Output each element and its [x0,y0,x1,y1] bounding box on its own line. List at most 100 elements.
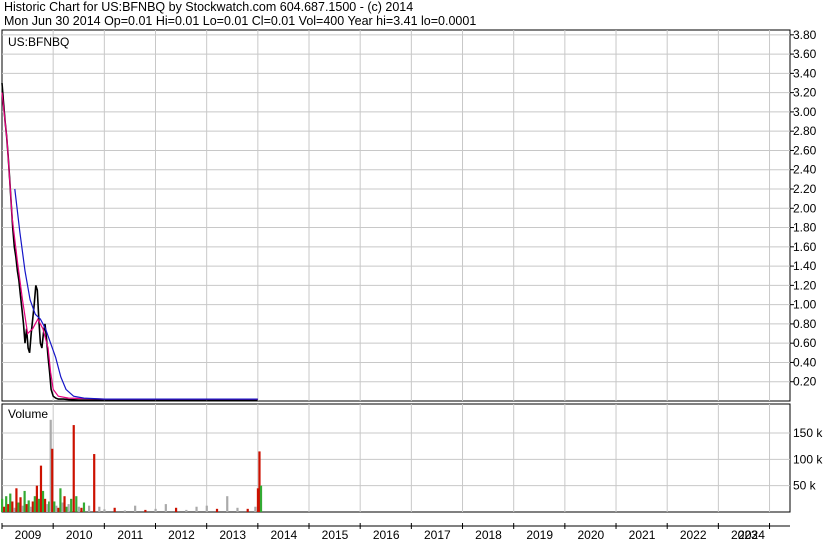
price-panel-frame [1,29,791,402]
volume-bar [43,498,47,512]
volume-bar [236,507,239,512]
stock-chart: 0.20 0.40 0.60 0.80 1.00 1.20 1.40 1.60 1.80 2.00… [1,28,823,542]
volume-bar [5,496,8,512]
volume-bar [35,485,38,512]
volume-bar [9,493,12,512]
volume-bar [39,465,43,512]
volume-bar [25,504,28,512]
volume-bar [215,508,219,512]
volume-bar [37,498,41,512]
price-y-tick-label: 0.60 [793,336,817,350]
volume-bar [164,504,167,512]
volume-bar [61,502,64,512]
volume-bar [29,506,32,512]
volume-panel: 50 k 100 k 150 k Volume [1,403,823,513]
volume-bar [226,496,229,512]
x-axis-tick-label: 2019 [526,528,553,542]
volume-panel-frame [1,403,791,513]
volume-bar [254,506,257,512]
volume-bar [57,507,60,512]
volume-bar [82,502,86,512]
volume-bar [195,506,198,512]
price-panel: 0.20 0.40 0.60 0.80 1.00 1.20 1.40 1.60 1.80 2.00… [1,28,817,402]
volume-bar [23,490,26,512]
price-y-tick-label: 2.00 [793,201,817,215]
price-y-tick-label: 0.20 [793,375,817,389]
volume-bar [11,501,14,512]
price-y-tick-label: 1.40 [793,259,817,273]
price-y-tick-label: 1.60 [793,240,817,254]
volume-bar [13,507,16,512]
x-axis-tick-label: 2015 [322,528,349,542]
volume-bar [65,506,68,512]
x-axis: 2009 2010 2011 2012 2013 2014 2015 2016 2017 2018… [1,523,790,542]
volume-bar [19,497,22,512]
volume-bar [98,506,101,512]
price-y-tick-label: 3.60 [793,47,817,61]
x-axis-tick-label: 2014 [270,528,297,542]
price-y-tick-label: 0.80 [793,317,817,331]
price-y-axis: 0.20 0.40 0.60 0.80 1.00 1.20 1.40 1.60 1.80 2.00… [790,28,817,389]
x-axis-tick-label: 2020 [578,528,605,542]
x-axis-tick-label: 2017 [424,528,451,542]
volume-bar [75,496,78,512]
price-y-tick-label: 3.40 [793,66,817,80]
volume-bar [15,488,18,512]
price-y-tick-label: 3.20 [793,86,817,100]
volume-bar [21,505,24,512]
x-axis-tick-label: 2010 [66,528,93,542]
x-axis-tick-label: 2022 [680,528,707,542]
price-y-tick-label: 2.20 [793,182,817,196]
price-y-tick-label: 3.80 [793,28,817,42]
price-y-tick-label: 2.60 [793,143,817,157]
volume-bar [205,505,208,512]
volume-bar [72,425,75,512]
volume-bar [33,496,36,512]
volume-bar [93,454,96,512]
x-axis-tick-label: 2013 [219,528,246,542]
price-panel-title: US:BFNBQ [8,35,69,49]
price-y-tick-label: 1.20 [793,278,817,292]
volume-bar [174,507,178,512]
volume-bar [246,508,249,512]
volume-bar [1,498,4,512]
volume-y-tick-label: 100 k [793,452,823,466]
volume-bar [154,508,157,512]
volume-bar [31,501,34,512]
price-y-tick-label: 0.40 [793,355,817,369]
volume-y-axis: 50 k 100 k 150 k [793,426,823,493]
volume-bar [41,490,45,512]
volume-panel-title: Volume [8,407,48,421]
price-y-tick-label: 1.80 [793,221,817,235]
volume-bar [113,507,116,512]
volume-bar [59,488,62,512]
volume-bar [123,510,127,512]
volume-bar [80,507,83,512]
volume-bar [67,504,70,512]
volume-bar [46,504,49,512]
volume-bar [55,505,58,512]
volume-bar [27,500,30,512]
volume-y-tick-label: 150 k [793,426,823,440]
price-y-tick-label: 1.00 [793,298,817,312]
price-y-tick-label: 3.00 [793,105,817,119]
volume-bar [7,504,10,512]
volume-bar [3,506,6,512]
volume-bar [70,498,73,512]
volume-bar [77,506,80,512]
volume-bar [185,509,188,512]
x-axis-tick-label: 2021 [629,528,656,542]
x-axis-tick-label: 2016 [373,528,400,542]
price-y-tick-label: 2.40 [793,163,817,177]
x-axis-tick-label: 2012 [168,528,195,542]
volume-bar [53,501,56,512]
volume-bar [259,485,263,512]
volume-bar [134,505,137,512]
price-y-tick-label: 2.80 [793,124,817,138]
volume-bar [17,502,20,512]
volume-bar [87,505,91,512]
volume-bar [103,509,106,512]
x-axis-tick-label: 2009 [15,528,42,542]
volume-bar [63,496,66,512]
x-axis-tick-label: 2011 [117,528,143,542]
